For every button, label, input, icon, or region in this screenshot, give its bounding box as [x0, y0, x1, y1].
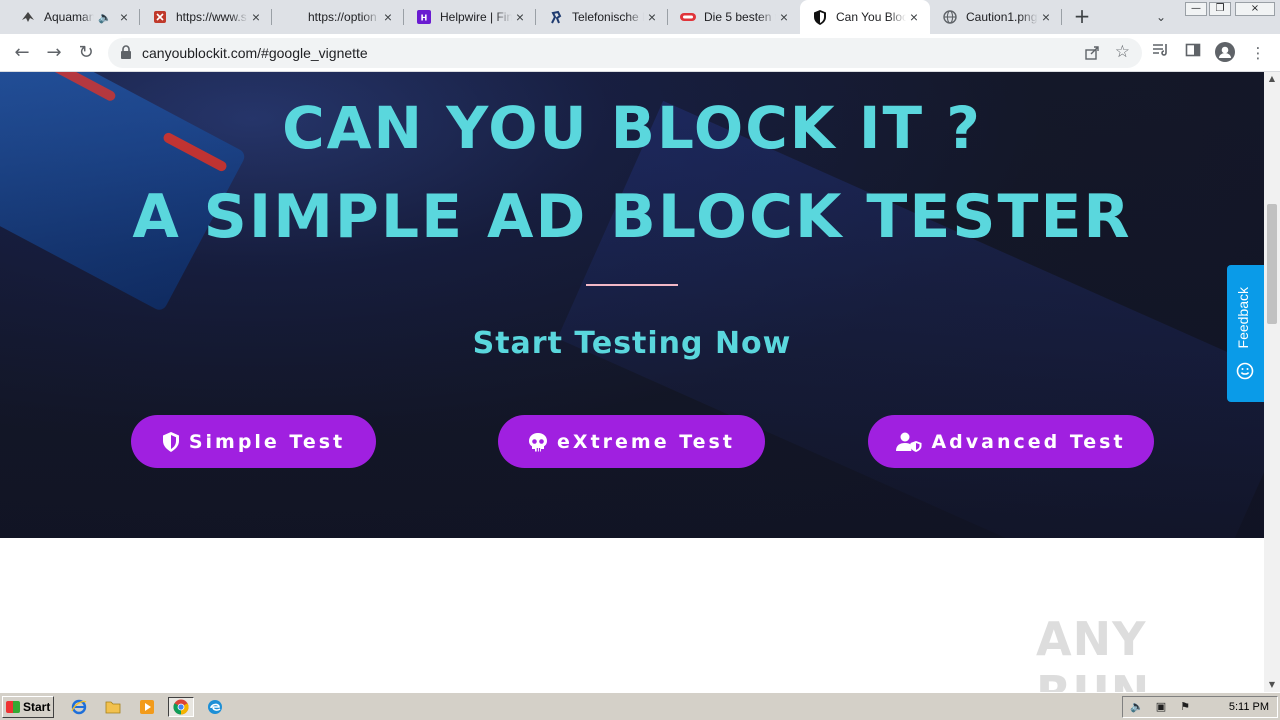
minimize-window-icon[interactable]: — — [1185, 2, 1207, 16]
hero-title-line2: A SIMPLE AD BLOCK TESTER — [132, 182, 1132, 252]
network-icon[interactable]: ▣ — [1153, 700, 1169, 714]
tab-aquaman[interactable]: Aquaman 🔈 × — [8, 0, 140, 34]
back-arrow-icon[interactable]: ← — [10, 41, 34, 65]
tab-helpwire[interactable]: H Helpwire | Finc × — [404, 0, 536, 34]
hero-divider — [586, 284, 678, 286]
feedback-chat-icon — [1236, 362, 1254, 380]
start-button[interactable]: Start — [2, 696, 54, 718]
tab-title: https://option — [308, 10, 377, 24]
restore-window-icon[interactable]: ❐ — [1209, 2, 1231, 16]
red-site-favicon-icon — [152, 9, 168, 25]
address-bar[interactable]: canyoublockit.com/#google_vignette ☆ — [108, 38, 1142, 68]
close-tab-icon[interactable]: × — [644, 9, 660, 25]
start-label: Start — [23, 700, 51, 714]
close-tab-icon[interactable]: × — [776, 9, 792, 25]
user-shield-icon — [896, 432, 922, 452]
svg-text:H: H — [421, 14, 428, 23]
browser-toolbar: ← → ↻ canyoublockit.com/#google_vignette… — [0, 34, 1280, 72]
tab-can-you-block-it[interactable]: Can You Block × — [800, 0, 930, 34]
shield-icon — [162, 431, 179, 452]
tab-title: Aquaman — [44, 10, 95, 24]
tab-separator — [1061, 9, 1062, 25]
aquaman-favicon-icon — [20, 9, 36, 25]
tab-title: Caution1.png — [966, 10, 1038, 24]
system-tray: 🔈 ▣ ⚑ 5:11 PM — [1122, 696, 1278, 718]
media-control-icon[interactable] — [1150, 42, 1172, 64]
scroll-down-arrow-icon[interactable]: ▼ — [1264, 678, 1280, 692]
tab-strip: Aquaman 🔈 × https://www.s × https://opti… — [0, 0, 1280, 34]
close-tab-icon[interactable]: × — [248, 9, 264, 25]
file-explorer-icon[interactable] — [102, 697, 124, 717]
skull-icon — [529, 432, 548, 451]
tab-title: https://www.s — [176, 10, 247, 24]
vertical-scrollbar[interactable]: ▲ ▼ — [1264, 72, 1280, 692]
extreme-test-button[interactable]: eXtreme Test — [498, 415, 765, 468]
shield-favicon-icon — [812, 9, 828, 25]
tab-https-option[interactable]: https://option × — [272, 0, 404, 34]
taskbar-clock[interactable]: 5:11 PM — [1229, 701, 1269, 713]
close-tab-icon[interactable]: × — [512, 9, 528, 25]
tab-search-chevron-icon[interactable]: ⌄ — [1150, 5, 1172, 29]
globe-favicon-icon — [942, 9, 958, 25]
chrome-taskbar-icon[interactable] — [168, 697, 194, 717]
new-tab-plus-icon[interactable]: + — [1070, 5, 1094, 29]
advanced-test-label: Advanced Test — [931, 430, 1126, 453]
tab-die-5-besten[interactable]: Die 5 besten t × — [668, 0, 800, 34]
close-tab-icon[interactable]: × — [380, 9, 396, 25]
simple-test-label: Simple Test — [188, 430, 346, 453]
hero-section: CAN YOU BLOCK IT ? A SIMPLE AD BLOCK TES… — [0, 72, 1264, 538]
close-tab-icon[interactable]: × — [1038, 9, 1054, 25]
close-window-icon[interactable]: × — [1235, 2, 1275, 16]
profile-avatar-icon[interactable] — [1214, 42, 1236, 64]
runner-favicon-icon — [548, 9, 564, 25]
simple-test-button[interactable]: Simple Test — [131, 415, 376, 468]
tab-caution-png[interactable]: Caution1.png × — [930, 0, 1062, 34]
close-tab-icon[interactable]: × — [906, 9, 922, 25]
internet-explorer-icon[interactable] — [68, 697, 90, 717]
helpwire-favicon-icon: H — [416, 9, 432, 25]
page-viewport: CAN YOU BLOCK IT ? A SIMPLE AD BLOCK TES… — [0, 72, 1264, 692]
lock-icon[interactable] — [120, 45, 134, 61]
share-icon[interactable] — [1084, 44, 1100, 64]
red-pill-favicon-icon — [680, 9, 696, 25]
edge-icon[interactable] — [204, 697, 226, 717]
hero-title-line1: CAN YOU BLOCK IT ? — [282, 94, 982, 162]
feedback-label: Feedback — [1235, 287, 1251, 349]
extreme-test-label: eXtreme Test — [557, 430, 735, 453]
anyrun-watermark: ANY RUN — [1036, 612, 1149, 692]
close-tab-icon[interactable]: × — [116, 9, 132, 25]
action-center-flag-icon[interactable]: ⚑ — [1177, 700, 1193, 714]
scrollbar-thumb[interactable] — [1267, 204, 1277, 324]
tab-title: Telefonische K — [572, 10, 644, 24]
reload-icon[interactable]: ↻ — [74, 41, 98, 65]
windows-logo-icon — [6, 701, 20, 713]
kebab-menu-icon[interactable]: ⋮ — [1247, 42, 1269, 64]
forward-arrow-icon[interactable]: → — [42, 41, 66, 65]
tab-telefonische[interactable]: Telefonische K × — [536, 0, 668, 34]
tab-title: Die 5 besten t — [704, 10, 776, 24]
tab-https-www[interactable]: https://www.s × — [140, 0, 272, 34]
url-text[interactable]: canyoublockit.com/#google_vignette — [142, 45, 368, 61]
advanced-test-button[interactable]: Advanced Test — [868, 415, 1154, 468]
hero-subtitle: Start Testing Now — [472, 326, 792, 361]
scroll-up-arrow-icon[interactable]: ▲ — [1264, 72, 1280, 86]
volume-icon[interactable]: 🔈 — [1129, 700, 1145, 714]
tab-title: Can You Block — [836, 10, 906, 24]
bookmark-star-icon[interactable]: ☆ — [1115, 42, 1130, 62]
blank-favicon-icon — [284, 9, 300, 25]
feedback-tab[interactable]: Feedback — [1227, 265, 1264, 402]
media-player-icon[interactable] — [136, 697, 158, 717]
tab-title: Helpwire | Finc — [440, 10, 512, 24]
audio-playing-icon[interactable]: 🔈 — [98, 11, 112, 24]
side-panel-icon[interactable] — [1182, 42, 1204, 64]
windows-taskbar: Start 🔈 ▣ ⚑ 5:11 PM — [0, 692, 1280, 720]
